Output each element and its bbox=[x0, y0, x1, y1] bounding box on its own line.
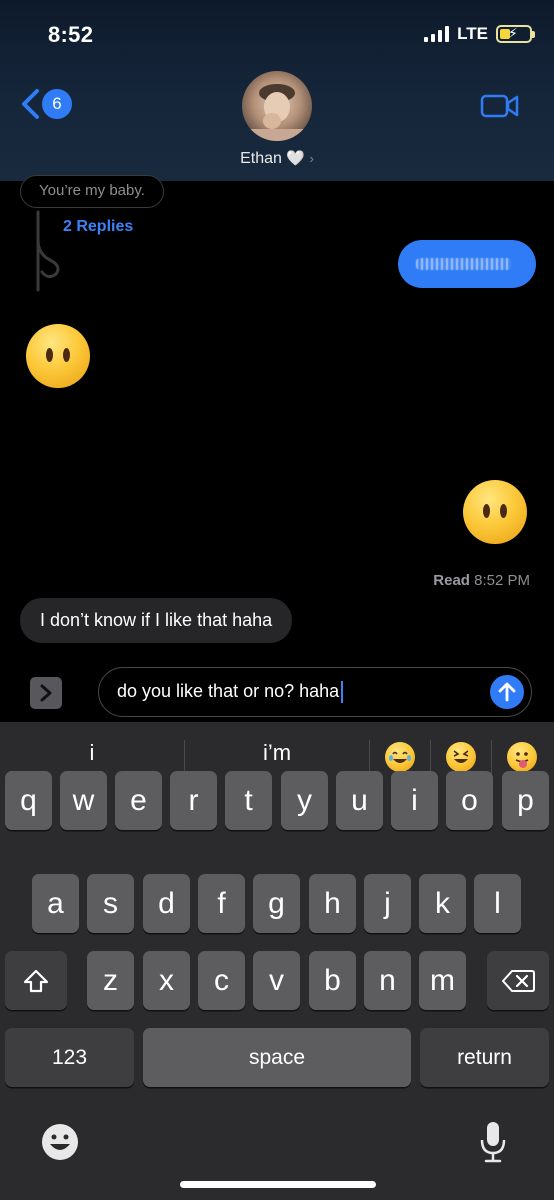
message-input-text: do you like that or no? haha bbox=[117, 681, 344, 704]
key-d[interactable]: d bbox=[143, 874, 190, 933]
heart-icon: 🤍 bbox=[286, 150, 306, 167]
key-w[interactable]: w bbox=[60, 771, 107, 830]
key-y[interactable]: y bbox=[281, 771, 328, 830]
contact-name-text: Ethan bbox=[240, 150, 282, 167]
key-a[interactable]: a bbox=[32, 874, 79, 933]
key-c[interactable]: c bbox=[198, 951, 245, 1010]
read-time: 8:52 PM bbox=[474, 572, 530, 589]
key-v[interactable]: v bbox=[253, 951, 300, 1010]
key-i[interactable]: i bbox=[391, 771, 438, 830]
signal-icon bbox=[424, 26, 450, 42]
neutral-face-emoji-sent[interactable] bbox=[463, 480, 527, 544]
grinning-squinting-emoji-suggestion[interactable] bbox=[446, 742, 476, 772]
key-p[interactable]: p bbox=[502, 771, 549, 830]
key-u[interactable]: u bbox=[336, 771, 383, 830]
key-x[interactable]: x bbox=[143, 951, 190, 1010]
battery-icon: ⚡ bbox=[496, 25, 535, 43]
received-message-bubble[interactable]: I don’t know if I like that haha bbox=[20, 598, 293, 643]
avatar-photo bbox=[242, 84, 312, 141]
return-key[interactable]: return bbox=[420, 1028, 549, 1087]
key-r[interactable]: r bbox=[170, 771, 217, 830]
send-button[interactable] bbox=[490, 675, 524, 709]
key-o[interactable]: o bbox=[446, 771, 493, 830]
emoji-keyboard-button[interactable] bbox=[40, 1122, 80, 1167]
suggestion-1[interactable]: i bbox=[62, 740, 122, 766]
key-f[interactable]: f bbox=[198, 874, 245, 933]
contact-name[interactable]: Ethan 🤍 › bbox=[0, 149, 554, 168]
replies-link[interactable]: 2 Replies bbox=[63, 218, 133, 236]
status-icons: LTE ⚡ bbox=[424, 24, 535, 44]
keyboard: i i’m q w e r t y u i o p a s d f g h j … bbox=[0, 722, 554, 1200]
read-receipt: Read 8:52 PM bbox=[433, 572, 530, 589]
key-z[interactable]: z bbox=[87, 951, 134, 1010]
contact-avatar[interactable] bbox=[242, 71, 312, 141]
redacted-text bbox=[416, 258, 511, 270]
network-label: LTE bbox=[457, 24, 488, 43]
shift-key[interactable] bbox=[5, 951, 67, 1010]
key-l[interactable]: l bbox=[474, 874, 521, 933]
facetime-video-button[interactable] bbox=[480, 93, 520, 124]
neutral-face-emoji-received[interactable] bbox=[26, 324, 90, 388]
joy-emoji-suggestion[interactable] bbox=[385, 742, 415, 772]
numbers-key[interactable]: 123 bbox=[5, 1028, 134, 1087]
text-cursor bbox=[341, 681, 344, 704]
key-k[interactable]: k bbox=[419, 874, 466, 933]
key-t[interactable]: t bbox=[225, 771, 272, 830]
reply-preview-bubble[interactable]: You’re my baby. bbox=[20, 175, 164, 208]
key-s[interactable]: s bbox=[87, 874, 134, 933]
key-e[interactable]: e bbox=[115, 771, 162, 830]
sent-message-bubble[interactable] bbox=[398, 240, 536, 288]
key-h[interactable]: h bbox=[309, 874, 356, 933]
chevron-right-icon: › bbox=[309, 151, 314, 166]
chevron-right-icon bbox=[40, 684, 52, 702]
dictation-button[interactable] bbox=[478, 1120, 508, 1169]
conversation-header: 8:52 LTE ⚡ 6 Ethan 🤍 › bbox=[0, 0, 554, 181]
suggestion-2[interactable]: i’m bbox=[240, 740, 314, 766]
delete-key[interactable] bbox=[487, 951, 549, 1010]
key-b[interactable]: b bbox=[309, 951, 356, 1010]
video-camera-icon bbox=[480, 94, 519, 118]
key-g[interactable]: g bbox=[253, 874, 300, 933]
key-q[interactable]: q bbox=[5, 771, 52, 830]
arrow-up-icon bbox=[498, 682, 516, 702]
shift-arrow-icon bbox=[23, 969, 49, 992]
read-label: Read bbox=[433, 572, 470, 589]
tongue-emoji-suggestion[interactable] bbox=[507, 742, 537, 772]
chevron-left-icon bbox=[22, 89, 39, 119]
smiley-icon bbox=[42, 1124, 78, 1160]
back-button[interactable]: 6 bbox=[20, 88, 72, 120]
key-m[interactable]: m bbox=[419, 951, 466, 1010]
key-j[interactable]: j bbox=[364, 874, 411, 933]
app-drawer-button[interactable] bbox=[30, 677, 62, 709]
status-time: 8:52 bbox=[48, 22, 94, 47]
message-input[interactable]: do you like that or no? haha bbox=[98, 667, 532, 717]
microphone-icon bbox=[480, 1122, 506, 1163]
space-key[interactable]: space bbox=[143, 1028, 411, 1087]
backspace-icon bbox=[502, 969, 535, 992]
unread-badge: 6 bbox=[42, 89, 72, 119]
home-indicator[interactable] bbox=[180, 1181, 376, 1188]
key-n[interactable]: n bbox=[364, 951, 411, 1010]
